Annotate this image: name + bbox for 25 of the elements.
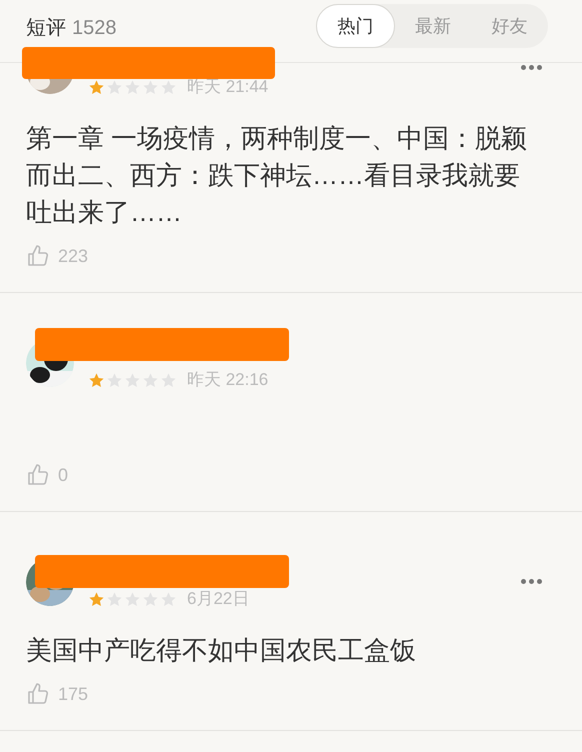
like-count: 223 [58,244,88,268]
review-time: 6月22日 [187,588,250,610]
review-text: 美国中产吃得不如中国农民工盒饭 [26,634,417,667]
star-icon [88,590,105,608]
thumbs-up-icon[interactable] [26,244,50,268]
review-text: 第一章 一场疫情，两种制度一、中国：脱颖而出二、西方：跌下神坛……看目录我就要吐出来了…… [26,122,528,229]
thumbs-up-icon[interactable] [26,463,50,487]
tab[interactable]: 热门 [316,4,395,48]
review-count: 1528 [72,16,116,41]
review-time: 昨天 22:16 [187,369,268,391]
tab[interactable]: 最新 [394,4,472,48]
section-title: 短评 [26,16,66,41]
star-icon [106,78,123,96]
tab[interactable]: 好友 [471,4,548,48]
review-time: 昨天 21:44 [187,76,268,98]
star-icon [142,78,159,96]
thumbs-up-icon[interactable] [26,682,50,706]
more-icon[interactable] [521,578,542,584]
star-icon [160,78,177,96]
star-icon [88,78,105,96]
like-count: 175 [58,682,88,706]
more-icon[interactable] [521,64,542,70]
star-icon [124,78,141,96]
like-count: 0 [58,464,68,486]
star-icon [88,372,105,388]
